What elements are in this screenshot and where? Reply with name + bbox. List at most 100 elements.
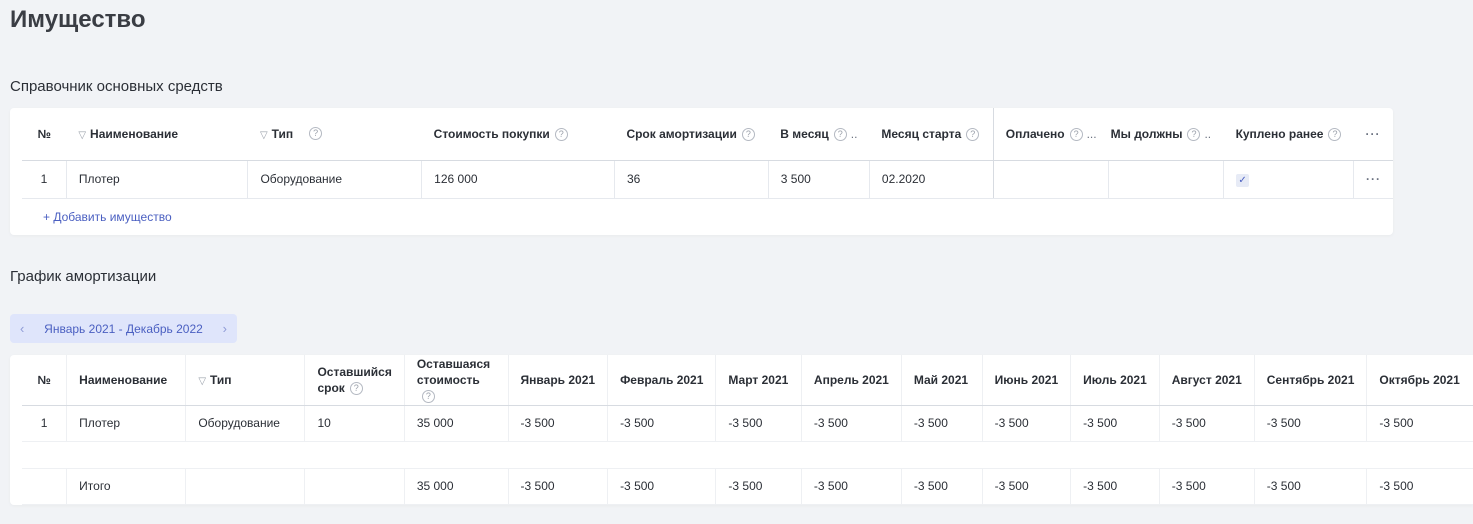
help-icon[interactable]: ? (349, 382, 363, 396)
ellipsis-icon: .. (1204, 126, 1212, 141)
cell-remaining-term: 10 (304, 405, 405, 442)
cell-name[interactable]: Плотер (65, 160, 248, 199)
schedule-card: № Наименование ▽ Тип Оставшийся срок? Ост… (10, 355, 1473, 505)
schedule-table: № Наименование ▽ Тип Оставшийся срок? Ост… (22, 355, 1473, 505)
cell-term[interactable]: 36 (613, 160, 769, 199)
cell-bought[interactable]: ✓ (1223, 160, 1354, 199)
schedule-section-title: График амортизации (10, 268, 157, 285)
period-selector[interactable]: ‹ Январь 2021 - Декабрь 2022 › (10, 314, 237, 343)
col-num[interactable]: № (22, 355, 67, 406)
col-paid[interactable]: Оплачено?... (992, 108, 1109, 161)
cell-name: Плотер (66, 405, 186, 442)
help-icon[interactable]: ? (833, 127, 847, 141)
col-owe[interactable]: Мы должны?.. (1108, 108, 1224, 161)
more-icon[interactable]: ··· (1365, 127, 1380, 141)
col-month[interactable]: Апрель 2021 (800, 355, 902, 406)
col-monthly-label: В месяц (780, 126, 829, 141)
table-row[interactable]: 1 Плотер Оборудование 126 000 36 3 500 0… (22, 160, 1393, 199)
total-remaining-cost: 35 000 (403, 468, 509, 505)
total-month-value: -3 500 (900, 468, 983, 505)
col-cost-label: Стоимость покупки (433, 126, 550, 141)
filter-icon[interactable]: ▽ (198, 376, 206, 387)
col-month[interactable]: Май 2021 (900, 355, 983, 406)
col-start-label: Месяц старта (881, 126, 962, 141)
col-cost[interactable]: Стоимость покупки? (421, 108, 615, 161)
help-icon[interactable]: ? (309, 126, 323, 140)
cell-month-value: -3 500 (507, 405, 608, 442)
col-more[interactable]: ··· (1353, 108, 1393, 161)
cell-more[interactable]: ··· (1352, 160, 1393, 199)
col-num[interactable]: № (22, 108, 67, 161)
table-row[interactable]: 1 Плотер Оборудование 10 35 000 -3 500 -… (22, 405, 1473, 442)
col-bought-label: Куплено ранее (1235, 126, 1324, 141)
cell-remaining-term (304, 468, 405, 505)
total-month-value: -3 500 (715, 468, 802, 505)
col-month[interactable]: Сентябрь 2021 (1253, 355, 1367, 406)
total-month-value: -3 500 (800, 468, 902, 505)
filter-icon[interactable]: ▽ (78, 130, 86, 141)
cell-paid[interactable] (992, 160, 1109, 199)
col-month[interactable]: Июль 2021 (1070, 355, 1160, 406)
col-month[interactable]: Август 2021 (1158, 355, 1255, 406)
col-term-label: Срок амортизации (626, 126, 737, 141)
total-month-value: -3 500 (1158, 468, 1255, 505)
col-name-label: Наименование (90, 126, 179, 141)
spacer-cell (22, 441, 1473, 469)
cell-monthly[interactable]: 3 500 (767, 160, 870, 199)
cell-month-value: -3 500 (900, 405, 983, 442)
col-term[interactable]: Срок амортизации? (614, 108, 769, 161)
help-icon[interactable]: ? (421, 390, 435, 404)
col-type-label: Тип (271, 126, 294, 141)
row-more-icon[interactable]: ··· (1366, 172, 1381, 186)
ellipsis-icon: .. (850, 126, 858, 141)
col-name-label: Наименование (79, 372, 168, 387)
help-icon[interactable]: ? (741, 127, 755, 141)
chevron-left-icon[interactable]: ‹ (20, 321, 24, 336)
cell-type[interactable]: Оборудование (247, 160, 422, 199)
assets-table: № ▽ Наименование ▽ Тип? Стоимость покупки?… (22, 108, 1393, 199)
spacer-row (22, 441, 1473, 469)
cell-month-value: -3 500 (800, 405, 902, 442)
col-remaining-term[interactable]: Оставшийся срок? (304, 355, 405, 406)
cell-month-value: -3 500 (607, 405, 716, 442)
col-month[interactable]: Октябрь 2021 (1366, 355, 1473, 406)
cell-cost[interactable]: 126 000 (421, 160, 615, 199)
col-name[interactable]: ▽ Наименование (66, 108, 248, 161)
col-num-label: № (37, 126, 51, 141)
col-month[interactable]: Февраль 2021 (607, 355, 716, 406)
bought-checkbox[interactable]: ✓ (1236, 173, 1250, 187)
cell-num (22, 468, 67, 505)
filter-icon[interactable]: ▽ (260, 130, 268, 141)
col-month[interactable]: Март 2021 (715, 355, 802, 406)
period-label[interactable]: Январь 2021 - Декабрь 2022 (44, 322, 203, 336)
page-title: Имущество (10, 6, 146, 33)
assets-section-title: Справочник основных средств (10, 78, 223, 95)
cell-month-value: -3 500 (1070, 405, 1160, 442)
col-type-label: Тип (210, 372, 232, 387)
col-remaining-cost[interactable]: Оставшаяся стоимость? (403, 355, 509, 406)
help-icon[interactable]: ? (1187, 127, 1201, 141)
total-month-value: -3 500 (1070, 468, 1160, 505)
help-icon[interactable]: ? (1328, 127, 1342, 141)
total-month-value: -3 500 (607, 468, 716, 505)
help-icon[interactable]: ? (554, 127, 568, 141)
cell-owe[interactable] (1108, 160, 1224, 199)
chevron-right-icon[interactable]: › (223, 321, 227, 336)
col-type[interactable]: ▽ Тип? (247, 108, 422, 161)
help-icon[interactable]: ? (966, 127, 980, 141)
total-month-value: -3 500 (1366, 468, 1473, 505)
help-icon[interactable]: ? (1069, 127, 1083, 141)
add-asset-link[interactable]: + Добавить имущество (43, 210, 172, 224)
col-type[interactable]: ▽ Тип (185, 355, 305, 406)
total-month-value: -3 500 (981, 468, 1071, 505)
col-num-label: № (37, 372, 51, 387)
col-name[interactable]: Наименование (66, 355, 186, 406)
col-month[interactable]: Июнь 2021 (981, 355, 1071, 406)
col-start[interactable]: Месяц старта? (869, 108, 994, 161)
cell-month-value: -3 500 (1158, 405, 1255, 442)
col-monthly[interactable]: В месяц?.. (768, 108, 870, 161)
cell-start[interactable]: 02.2020 (868, 160, 994, 199)
col-bought[interactable]: Куплено ранее? (1223, 108, 1354, 161)
col-month[interactable]: Январь 2021 (507, 355, 608, 406)
cell-remaining-cost: 35 000 (403, 405, 509, 442)
